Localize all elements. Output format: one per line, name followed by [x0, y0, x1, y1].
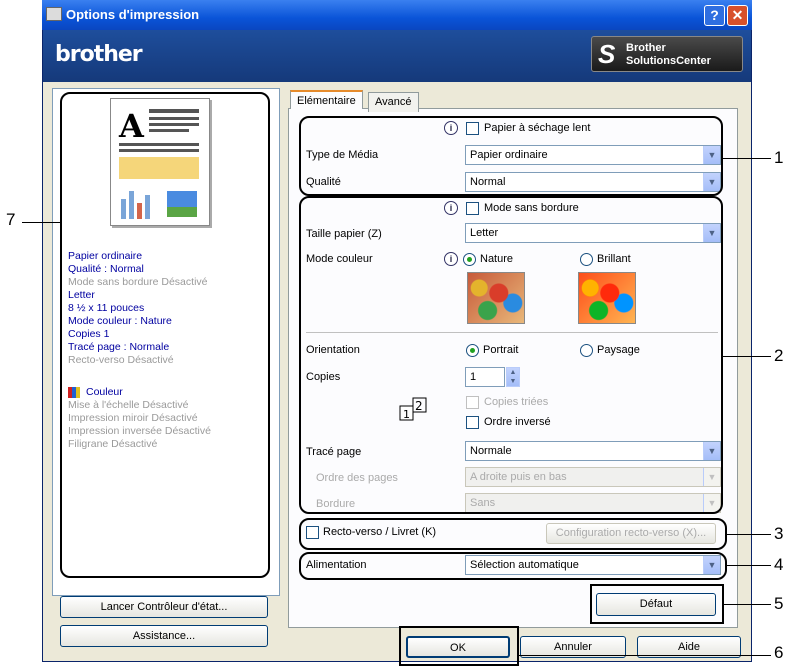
callout-3: 3 [774, 524, 784, 543]
callout-1: 1 [774, 148, 784, 167]
callout-frame-5 [590, 584, 724, 624]
callout-7: 7 [6, 210, 16, 229]
printer-icon [46, 7, 62, 21]
callout-frame-2 [299, 196, 723, 514]
callout-frame-6 [399, 626, 519, 666]
brand-bar: brother S Brother SolutionsCenter [43, 30, 751, 82]
tab-elementaire[interactable]: Elémentaire [290, 90, 363, 109]
support-button[interactable]: Assistance... [60, 625, 268, 647]
callout-line [724, 604, 771, 605]
callout-line [727, 565, 771, 566]
window-title: Options d'impression [66, 7, 200, 22]
callout-frame-3 [299, 518, 727, 550]
callout-frame-1 [299, 116, 723, 196]
callout-frame-4 [299, 552, 727, 580]
close-button[interactable]: ✕ [727, 5, 748, 26]
callout-line [727, 534, 771, 535]
brother-logo: brother [55, 42, 143, 67]
solutions-s-icon: S [598, 39, 616, 69]
callout-frame-7 [60, 92, 270, 578]
help-title-button[interactable]: ? [704, 5, 725, 26]
callout-line [519, 655, 771, 656]
callout-line [723, 158, 771, 159]
solutions-line2: SolutionsCenter [626, 55, 711, 67]
callout-5: 5 [774, 594, 784, 613]
tab-avance[interactable]: Avancé [368, 92, 419, 112]
callout-line [22, 222, 60, 223]
solutions-center-button[interactable]: S Brother SolutionsCenter [591, 36, 743, 72]
callout-line [723, 356, 771, 357]
callout-6: 6 [774, 643, 784, 662]
solutions-line1: Brother [626, 42, 666, 54]
title-bar: Options d'impression ? ✕ [42, 0, 752, 30]
status-monitor-button[interactable]: Lancer Contrôleur d'état... [60, 596, 268, 618]
callout-4: 4 [774, 555, 784, 574]
callout-2: 2 [774, 346, 784, 365]
